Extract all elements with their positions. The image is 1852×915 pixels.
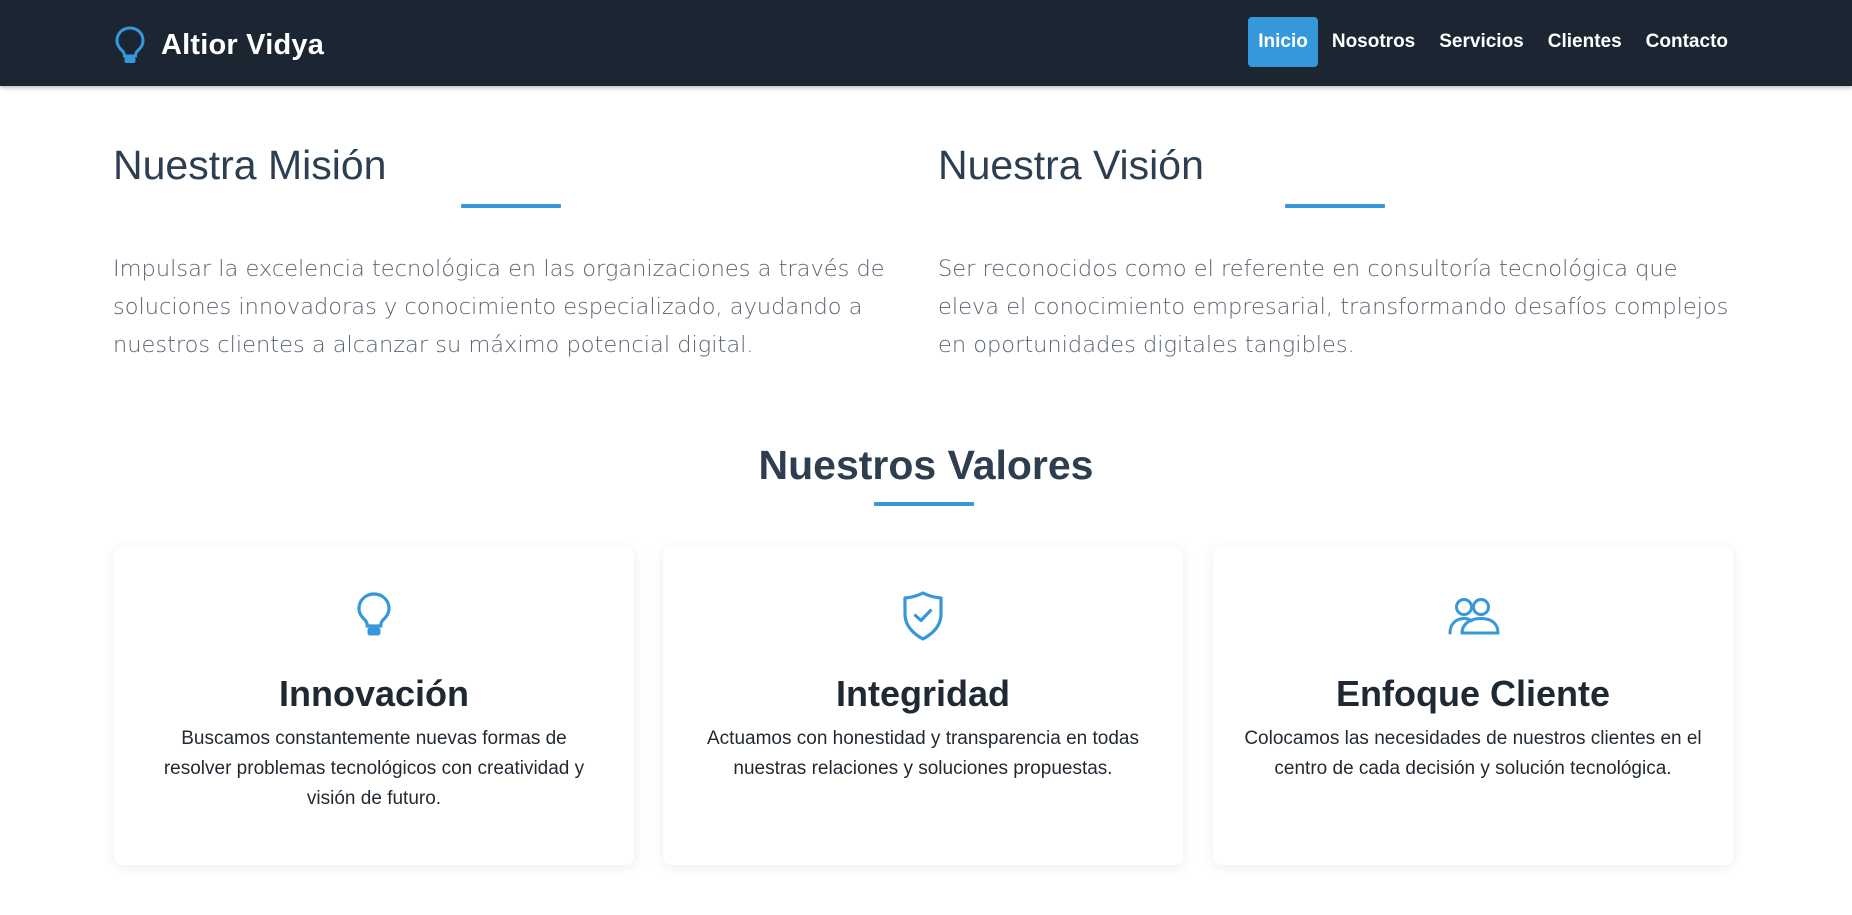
navbar: Altior Vidya Inicio Nosotros Servicios C… bbox=[0, 0, 1852, 86]
shield-check-icon bbox=[903, 591, 943, 641]
nav-item-nosotros: Nosotros bbox=[1322, 17, 1425, 67]
vision-section: Nuestra Visión Ser reconocidos como el r… bbox=[938, 140, 1738, 358]
nav-link-clientes[interactable]: Clientes bbox=[1538, 17, 1632, 67]
value-card-integridad: Integridad Actuamos con honestidad y tra… bbox=[663, 547, 1183, 865]
value-card-enfoque-cliente: Enfoque Cliente Colocamos las necesidade… bbox=[1213, 547, 1733, 865]
values-title: Nuestros Valores bbox=[758, 442, 1094, 488]
nav-item-contacto: Contacto bbox=[1636, 17, 1738, 67]
vision-title: Nuestra Visión bbox=[938, 142, 1204, 188]
page: Altior Vidya Inicio Nosotros Servicios C… bbox=[0, 0, 1852, 915]
value-card-text: Actuamos con honestidad y transparencia … bbox=[707, 728, 1139, 779]
brand-name: Altior Vidya bbox=[161, 28, 325, 61]
lightbulb-icon bbox=[357, 592, 391, 636]
values-title-underline bbox=[874, 502, 974, 506]
value-card-innovacion: Innovación Buscamos constantemente nueva… bbox=[114, 547, 634, 865]
nav-link-inicio[interactable]: Inicio bbox=[1248, 17, 1318, 67]
value-card-title: Integridad bbox=[835, 673, 1010, 714]
nav-item-servicios: Servicios bbox=[1429, 17, 1534, 67]
brand-link[interactable]: Altior Vidya bbox=[113, 25, 324, 65]
nav-link-nosotros[interactable]: Nosotros bbox=[1322, 17, 1425, 67]
value-card-text: Buscamos constantemente nuevas formas de… bbox=[163, 728, 585, 809]
mission-section: Nuestra Misión Impulsar la excelencia te… bbox=[113, 140, 913, 358]
value-card-title: Innovación bbox=[278, 673, 470, 714]
mission-text: Impulsar la excelencia tecnológica en la… bbox=[113, 256, 885, 358]
nav-item-inicio: Inicio bbox=[1248, 17, 1318, 67]
vision-text: Ser reconocidos como el referente en con… bbox=[938, 256, 1729, 358]
vision-title-underline bbox=[1285, 204, 1385, 208]
people-icon bbox=[1448, 598, 1500, 635]
nav-item-clientes: Clientes bbox=[1538, 17, 1632, 67]
main-nav: Inicio Nosotros Servicios Clientes Conta… bbox=[1248, 17, 1738, 67]
mission-title: Nuestra Misión bbox=[113, 142, 387, 188]
value-card-title: Enfoque Cliente bbox=[1335, 673, 1610, 714]
mission-title-underline bbox=[461, 204, 561, 208]
lightbulb-icon bbox=[115, 26, 145, 63]
nav-link-servicios[interactable]: Servicios bbox=[1429, 17, 1534, 67]
nav-link-contacto[interactable]: Contacto bbox=[1636, 17, 1738, 67]
value-card-text: Colocamos las necesidades de nuestros cl… bbox=[1244, 728, 1702, 779]
